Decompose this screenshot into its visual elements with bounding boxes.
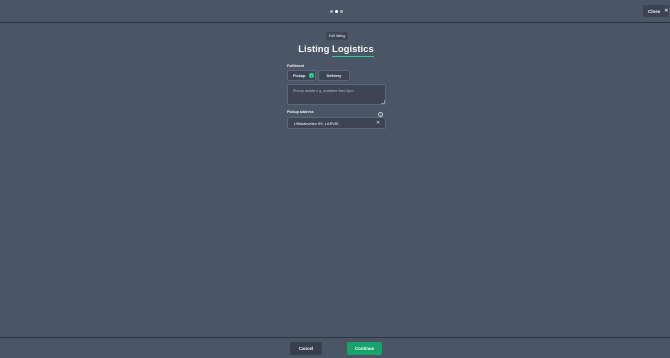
check-icon: ✓	[309, 73, 314, 78]
clear-icon[interactable]: ✕	[376, 120, 380, 126]
delivery-option[interactable]: Delivery	[318, 70, 350, 81]
pickup-option[interactable]: Pickup ✓	[287, 70, 316, 81]
title-highlight: Logistics	[332, 44, 374, 57]
continue-button[interactable]: Continue	[347, 342, 382, 355]
cancel-button[interactable]: Cancel	[290, 342, 322, 355]
pickup-address-field[interactable]: Ulfsbakveien 59, LARVIK	[287, 117, 386, 129]
step-dot	[340, 10, 343, 13]
edit-listing-badge: Edit listing	[326, 32, 348, 40]
close-button[interactable]: Close ✕	[643, 5, 669, 17]
pickup-label: Pickup	[293, 73, 306, 78]
delivery-label: Delivery	[326, 73, 342, 78]
step-dot-active	[335, 10, 338, 13]
footer-bar	[0, 337, 670, 358]
pickup-details-input[interactable]	[287, 84, 386, 105]
step-indicator	[330, 10, 344, 14]
resize-handle-icon[interactable]	[381, 100, 385, 104]
title-text: Listing	[298, 44, 333, 55]
fulfilment-label: Fulfilment	[287, 64, 305, 68]
step-dot	[330, 10, 333, 13]
close-label: Close	[648, 8, 661, 14]
pickup-address-label: Pickup address	[287, 110, 314, 114]
pickup-address-value: Ulfsbakveien 59, LARVIK	[294, 120, 339, 126]
top-bar: Close ✕	[0, 0, 670, 23]
close-icon: ✕	[664, 8, 669, 14]
page-title: Listing Logistics	[286, 44, 386, 57]
